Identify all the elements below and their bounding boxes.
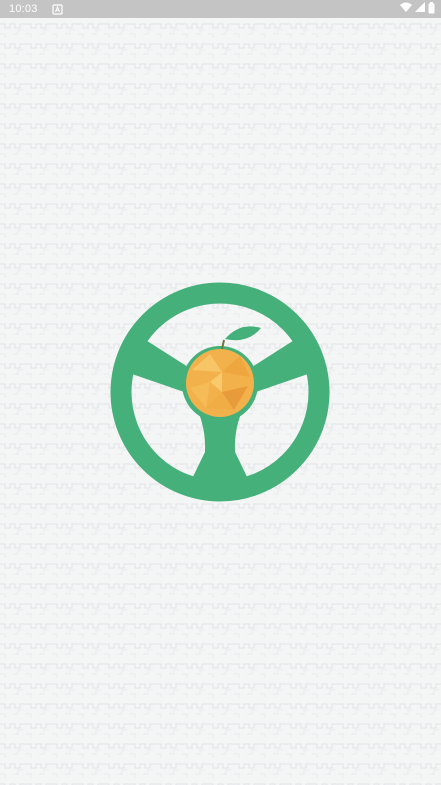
orange-icon: [186, 349, 254, 417]
notification-a-icon: [51, 3, 63, 15]
battery-icon: [428, 1, 435, 17]
app-logo: [110, 282, 330, 502]
status-bar: 10:03: [0, 0, 441, 18]
status-time: 10:03: [9, 3, 38, 15]
leaf-icon: [225, 326, 261, 341]
status-icons: [400, 1, 435, 17]
signal-icon: [415, 2, 425, 16]
wifi-icon: [400, 2, 412, 16]
